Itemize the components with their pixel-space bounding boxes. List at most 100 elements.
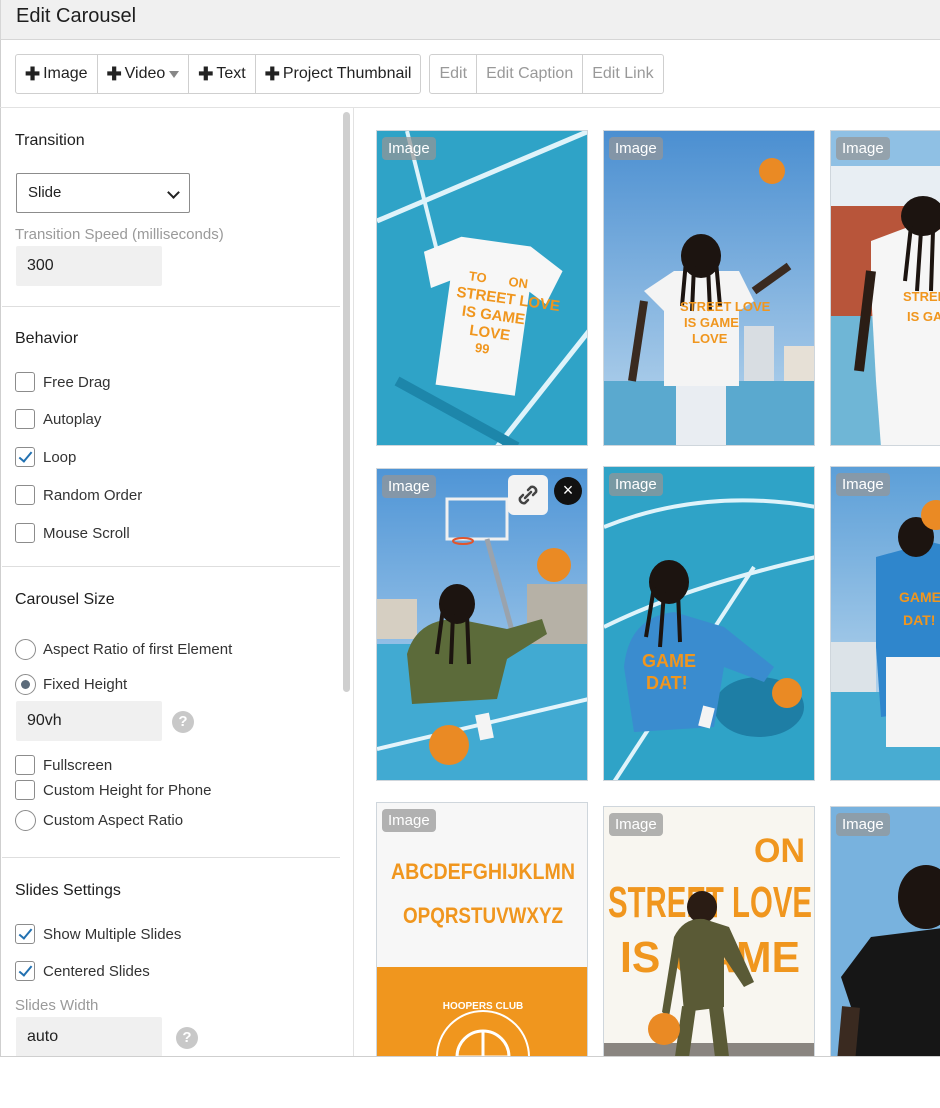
carousel-item[interactable]: Image [830,806,940,1056]
custom-aspect-ratio-radio[interactable] [15,809,36,831]
street-poster-image: ON STREET LOVE IS GAME [604,807,814,1056]
help-icon[interactable]: ? [172,711,194,733]
link-button[interactable] [508,475,548,515]
carousel-item[interactable]: Image × [376,468,588,781]
shirt-text: STREET LOVE [903,289,940,304]
add-project-thumbnail-label: Project Thumbnail [282,65,412,82]
window-title: Edit Carousel [16,5,137,27]
image-badge: Image [609,473,663,496]
poster-big-text: ON [754,832,805,870]
centered-slides-checkbox[interactable] [15,961,35,981]
add-buttons-group: ✚ Image ✚ Video ✚ Text ✚ Project Thumbna… [15,54,422,94]
add-image-label: Image [43,65,88,82]
shirt-text: IS GAME [684,315,739,330]
show-multiple-slides-option[interactable]: Show Multiple Slides [15,923,181,945]
image-badge: Image [609,137,663,160]
free-drag-option[interactable]: Free Drag [15,371,111,393]
mouse-scroll-checkbox[interactable] [15,523,35,543]
close-icon[interactable]: × [554,477,582,505]
plus-icon: ✚ [264,64,280,84]
free-drag-label: Free Drag [43,373,111,391]
fixed-height-label: Fixed Height [43,675,128,693]
show-multiple-slides-checkbox[interactable] [15,924,35,944]
transition-speed-input[interactable]: 300 [16,246,162,286]
slides-settings-heading: Slides Settings [15,882,121,899]
link-icon [518,485,538,505]
fixed-height-radio[interactable] [15,673,36,695]
player-hoop-image [377,469,587,780]
fixed-height-input[interactable]: 90vh [16,701,162,741]
edit-link-button[interactable]: Edit Link [583,55,662,93]
aspect-ratio-first-label: Aspect Ratio of first Element [43,640,233,658]
custom-aspect-ratio-label: Custom Aspect Ratio [43,811,184,829]
mouse-scroll-option[interactable]: Mouse Scroll [15,522,130,544]
alphabet-poster-image: ABCDEFGHIJKLMN OPQRSTUVWXYZ HOOPERS CLUB [377,803,587,1056]
custom-aspect-ratio-option[interactable]: Custom Aspect Ratio [15,809,183,831]
random-order-option[interactable]: Random Order [15,484,142,506]
add-text-button[interactable]: ✚ Text [189,55,256,93]
fullscreen-option[interactable]: Fullscreen [15,754,112,776]
free-drag-checkbox[interactable] [15,372,35,392]
carousel-item[interactable]: ON STREET LOVE IS GAME Image [603,806,815,1056]
autoplay-option[interactable]: Autoplay [15,408,101,430]
image-badge: Image [382,475,436,498]
help-icon[interactable]: ? [176,1027,198,1049]
add-video-label: Video [124,65,166,82]
sidebar-scrollbar[interactable] [343,112,350,692]
toolbar: ✚ Image ✚ Video ✚ Text ✚ Project Thumbna… [15,54,664,94]
fixed-height-option[interactable]: Fixed Height [15,673,127,695]
carousel-item[interactable]: ABCDEFGHIJKLMN OPQRSTUVWXYZ HOOPERS CLUB… [376,802,588,1056]
mouse-scroll-label: Mouse Scroll [43,524,130,542]
carousel-item[interactable]: TO ON STREET LOVE IS GAME LOVE 99 Image [376,130,588,446]
transition-select[interactable]: Slide [16,173,190,213]
poster-lettering: HOOPERS CLUB [443,1001,524,1012]
carousel-item[interactable]: GAME DAT! Image [603,466,815,781]
shirt-text: STREET LOVE [680,299,771,314]
section-divider [2,306,340,307]
edit-caption-button[interactable]: Edit Caption [477,55,584,93]
image-badge: Image [836,137,890,160]
image-badge: Image [609,813,663,836]
tshirt-court-image: TO ON STREET LOVE IS GAME LOVE 99 [377,131,587,445]
shirt-text: 99 [474,340,490,357]
add-image-button[interactable]: ✚ Image [16,55,98,93]
random-order-checkbox[interactable] [15,485,35,505]
plus-icon: ✚ [25,64,41,84]
image-badge: Image [382,809,436,832]
add-video-button[interactable]: ✚ Video [98,55,190,93]
jacket-text: DAT! [646,673,688,693]
chevron-down-icon [167,186,180,199]
plus-icon: ✚ [106,64,122,84]
jacket-text: GAME [642,651,696,671]
custom-height-phone-option[interactable]: Custom Height for Phone [15,779,211,801]
aspect-ratio-first-option[interactable]: Aspect Ratio of first Element [15,638,232,660]
show-multiple-slides-label: Show Multiple Slides [43,925,182,943]
player-ball-image: GAME DAT! [831,467,940,780]
aspect-ratio-first-radio[interactable] [15,638,36,660]
footer-bar [0,1056,940,1108]
fullscreen-label: Fullscreen [43,756,113,774]
slides-width-input[interactable]: auto [16,1017,162,1056]
edit-button[interactable]: Edit [430,55,478,93]
player-back-image: STREET LOVE IS GAME LOVE [604,131,814,445]
black-tee-image [831,807,940,1056]
shirt-text: TO [468,268,488,285]
loop-option[interactable]: Loop [15,446,76,468]
image-badge: Image [836,473,890,496]
title-bar: Edit Carousel [0,0,940,40]
custom-height-phone-label: Custom Height for Phone [43,781,212,799]
carousel-grid: TO ON STREET LOVE IS GAME LOVE 99 Image … [355,108,940,1056]
carousel-item[interactable]: STREET LOVE IS GAME LOVE Image [603,130,815,446]
jacket-text: GAME [899,589,940,605]
fullscreen-checkbox[interactable] [15,755,35,775]
shirt-text: LOVE [692,331,728,346]
behavior-heading: Behavior [15,330,79,347]
autoplay-checkbox[interactable] [15,409,35,429]
loop-checkbox[interactable] [15,447,35,467]
custom-height-phone-checkbox[interactable] [15,780,35,800]
plus-icon: ✚ [198,64,214,84]
centered-slides-option[interactable]: Centered Slides [15,960,150,982]
carousel-item[interactable]: STREET LOVE IS GAME Image [830,130,940,446]
carousel-item[interactable]: GAME DAT! Image [830,466,940,781]
add-project-thumbnail-button[interactable]: ✚ Project Thumbnail [256,55,421,93]
